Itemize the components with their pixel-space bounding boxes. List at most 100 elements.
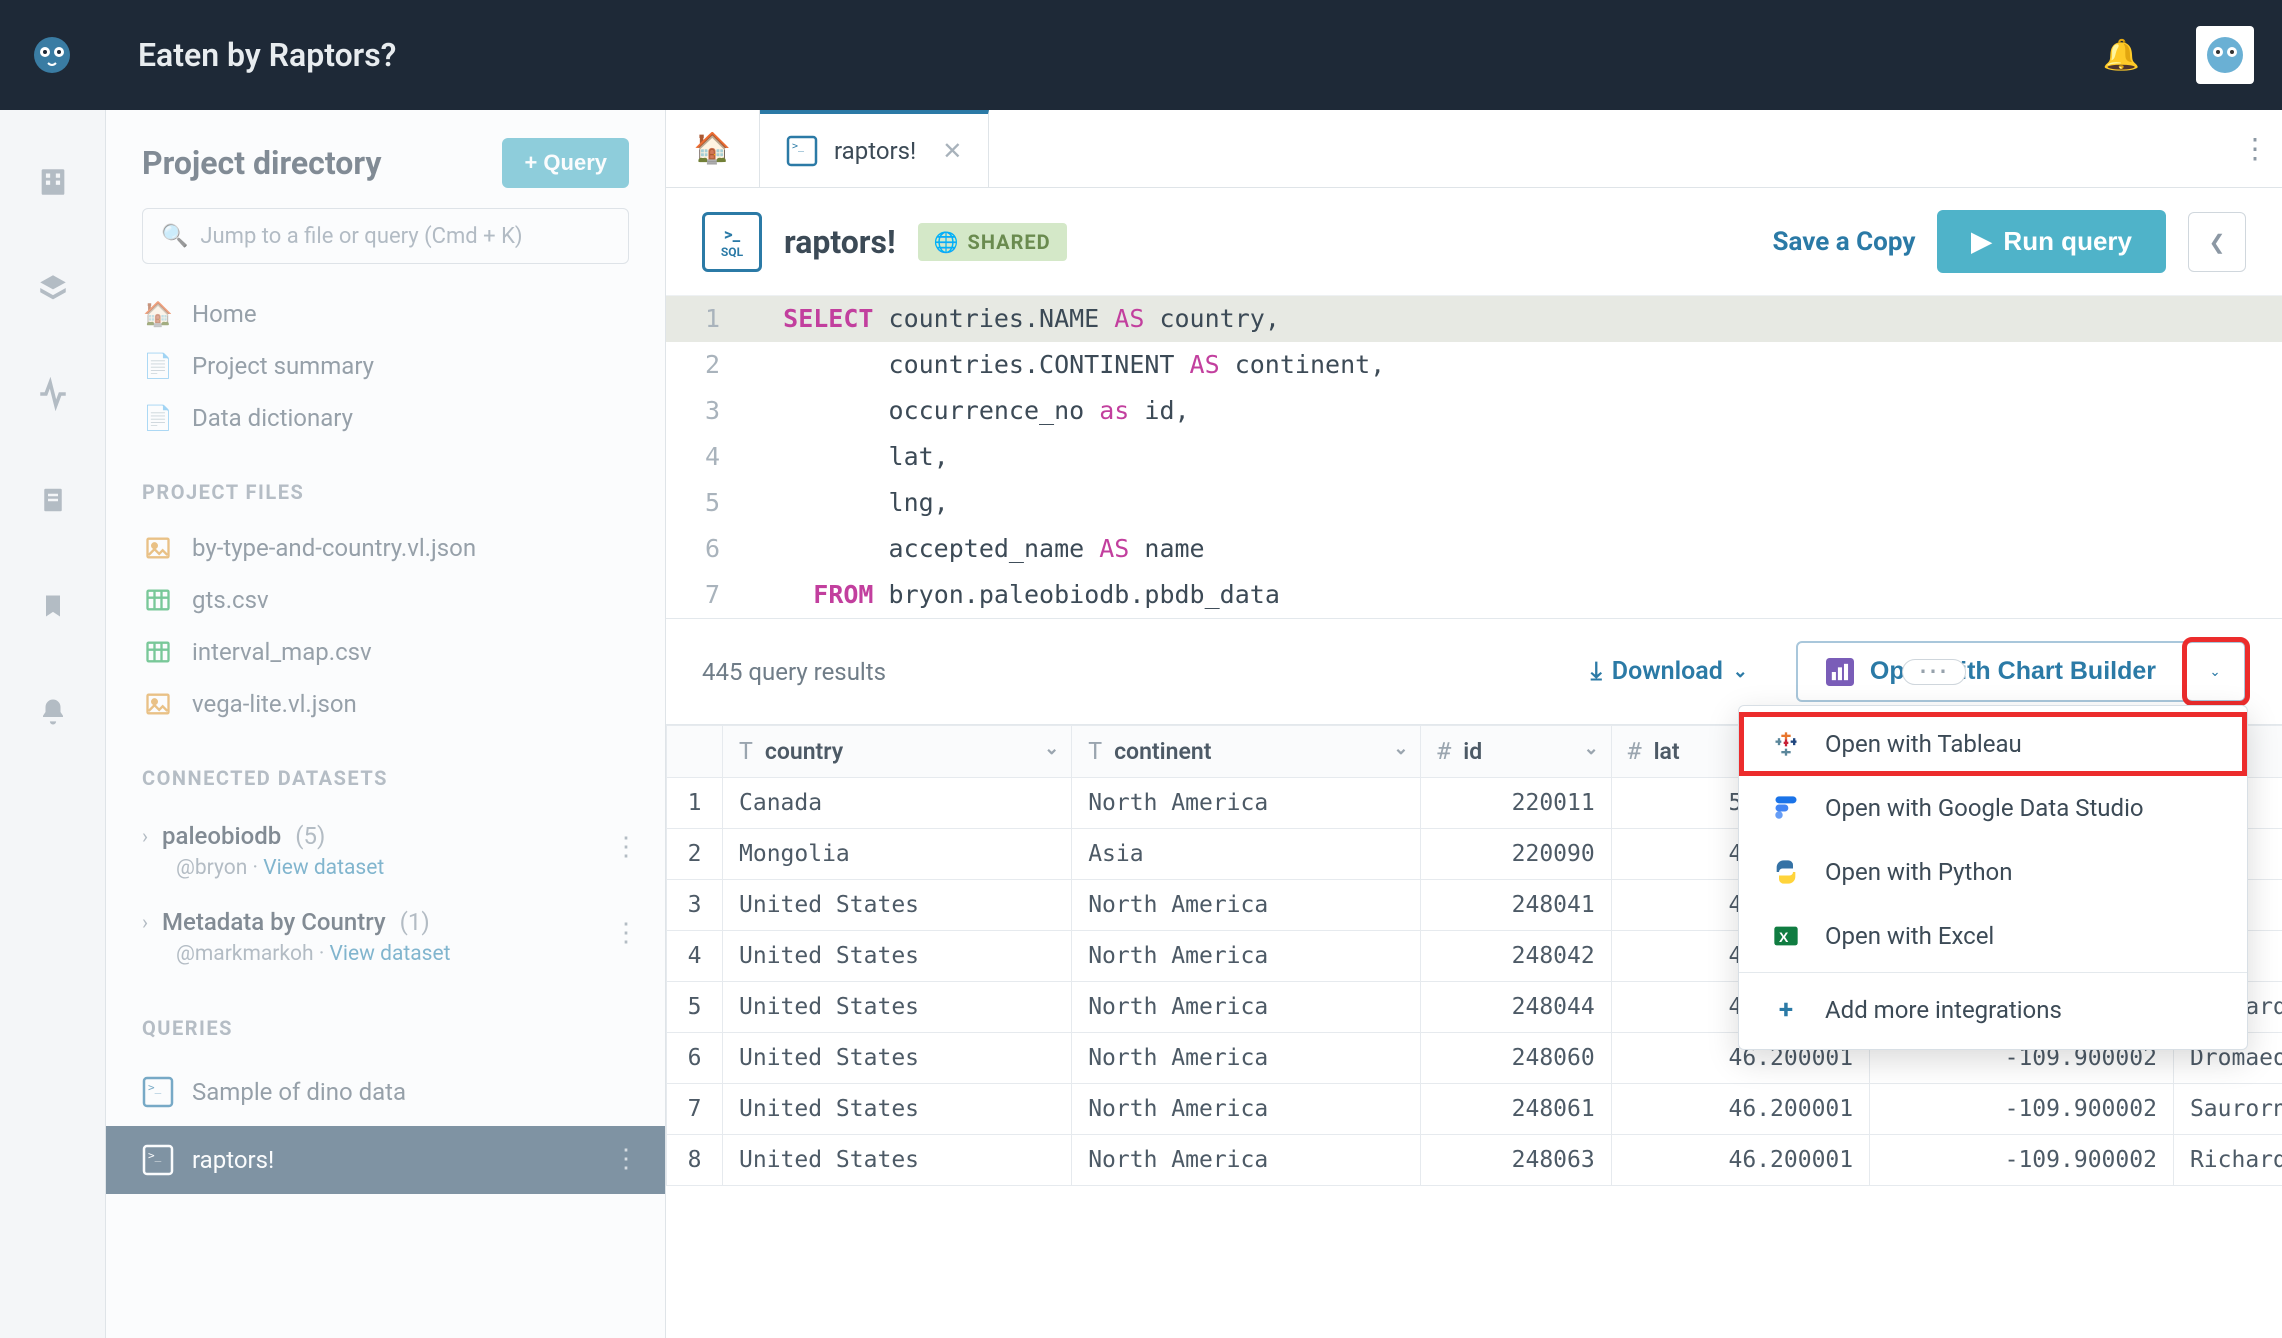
new-query-button[interactable]: + Query	[502, 138, 629, 188]
table-icon	[142, 586, 174, 614]
tableau-icon	[1767, 730, 1805, 758]
bookmark-icon[interactable]	[33, 586, 73, 626]
tab-active[interactable]: >_ raptors! ✕	[760, 110, 989, 187]
save-copy-button[interactable]: Save a Copy	[1773, 227, 1916, 257]
results-toolbar: ⋯ 445 query results ⤓ Download ⌄ Open wi…	[666, 618, 2282, 724]
cell-continent: North America	[1072, 880, 1421, 931]
dataset-count: (5)	[295, 822, 325, 850]
file-name: vega-lite.vl.json	[192, 690, 357, 718]
row-number: 1	[667, 778, 723, 829]
table-row[interactable]: 7United StatesNorth America24806146.2000…	[667, 1084, 2282, 1135]
chevron-down-icon[interactable]: ⌄	[1393, 738, 1408, 759]
cell-country: United States	[723, 880, 1072, 931]
svg-text:>_: >_	[792, 141, 805, 152]
avatar[interactable]	[2196, 26, 2254, 84]
column-header-country[interactable]: Tcountry⌄	[723, 726, 1072, 778]
dataset-item[interactable]: ›Metadata by Country (1)@markmarkoh · Vi…	[106, 894, 665, 980]
chevron-down-icon[interactable]: ⌄	[1584, 738, 1599, 759]
menu-item-add-integrations[interactable]: +Add more integrations	[1739, 977, 2247, 1043]
chevron-down-icon[interactable]: ⌄	[1044, 738, 1059, 759]
menu-item-tableau[interactable]: Open with Tableau	[1739, 712, 2247, 776]
plus-icon: +	[1767, 995, 1805, 1025]
search-input[interactable]: 🔍 Jump to a file or query (Cmd + K)	[142, 208, 629, 264]
sidebar-heading: Project directory + Query	[106, 128, 665, 208]
sidebar-item-summary[interactable]: 📄 Project summary	[106, 340, 665, 392]
menu-item-label: Open with Tableau	[1825, 730, 2022, 758]
dataset-name: Metadata by Country	[162, 908, 386, 936]
column-type-icon: #	[1628, 739, 1642, 765]
run-query-button[interactable]: ▶ Run query	[1937, 210, 2166, 273]
app-logo[interactable]	[30, 33, 74, 77]
more-icon[interactable]: ⋮	[613, 1144, 639, 1174]
tab-home[interactable]: 🏠	[666, 110, 760, 187]
svg-text:>_: >_	[148, 1081, 162, 1094]
globe-icon: 🌐	[934, 230, 960, 254]
cell-id: 248044	[1421, 982, 1611, 1033]
menu-item-gds[interactable]: Open with Google Data Studio	[1739, 776, 2247, 840]
section-project-files: PROJECT FILES	[106, 444, 665, 522]
column-header-continent[interactable]: Tcontinent⌄	[1072, 726, 1421, 778]
file-name: interval_map.csv	[192, 638, 372, 666]
org-icon[interactable]	[33, 162, 73, 202]
python-icon	[1767, 858, 1805, 886]
menu-item-excel[interactable]: XOpen with Excel	[1739, 904, 2247, 968]
shared-label: SHARED	[968, 230, 1051, 254]
more-icon[interactable]: ⋮	[613, 832, 639, 862]
cell-continent: North America	[1072, 1033, 1421, 1084]
file-item[interactable]: interval_map.csv	[106, 626, 665, 678]
chevron-down-icon: ⌄	[1733, 661, 1748, 682]
download-button[interactable]: ⤓ Download ⌄	[1591, 657, 1748, 686]
table-icon	[142, 638, 174, 666]
chart-builder-dropdown-button[interactable]: ⌄	[2186, 641, 2246, 702]
dataset-owner: @bryon	[176, 856, 247, 880]
rownum-header	[667, 726, 723, 778]
close-icon[interactable]: ✕	[942, 137, 962, 165]
notif-icon[interactable]	[33, 692, 73, 732]
bell-icon[interactable]: 🔔	[2103, 38, 2140, 73]
cell-id: 248060	[1421, 1033, 1611, 1084]
run-query-label: Run query	[2003, 226, 2132, 257]
table-row[interactable]: 8United StatesNorth America24806346.2000…	[667, 1135, 2282, 1186]
svg-text:>_: >_	[148, 1149, 162, 1162]
menu-item-python[interactable]: Open with Python	[1739, 840, 2247, 904]
cell-continent: North America	[1072, 931, 1421, 982]
cell-country: United States	[723, 1033, 1072, 1084]
row-number: 5	[667, 982, 723, 1033]
view-dataset-link[interactable]: View dataset	[263, 856, 384, 880]
chevron-down-icon: ⌄	[2209, 664, 2220, 680]
doc-icon[interactable]	[33, 480, 73, 520]
doc-icon: 📄	[142, 352, 174, 380]
cell-id: 248042	[1421, 931, 1611, 982]
shared-badge: 🌐 SHARED	[918, 223, 1067, 261]
cell-continent: Asia	[1072, 829, 1421, 880]
column-header-id[interactable]: #id⌄	[1421, 726, 1611, 778]
view-dataset-link[interactable]: View dataset	[330, 942, 451, 966]
file-item[interactable]: gts.csv	[106, 574, 665, 626]
cell-continent: North America	[1072, 1135, 1421, 1186]
home-icon: 🏠	[142, 300, 174, 328]
cell-id: 220090	[1421, 829, 1611, 880]
open-chart-builder-button[interactable]: Open with Chart Builder	[1796, 641, 2186, 702]
query-name: Sample of dino data	[192, 1078, 406, 1106]
file-item[interactable]: by-type-and-country.vl.json	[106, 522, 665, 574]
query-item[interactable]: >_raptors!⋮	[106, 1126, 665, 1194]
cell-continent: North America	[1072, 778, 1421, 829]
file-item[interactable]: vega-lite.vl.json	[106, 678, 665, 730]
activity-icon[interactable]	[33, 374, 73, 414]
code-editor[interactable]: 1 SELECT countries.NAME AS country,2 cou…	[666, 295, 2282, 618]
sidebar-item-home[interactable]: 🏠 Home	[106, 288, 665, 340]
query-item[interactable]: >_ Sample of dino data	[106, 1058, 665, 1126]
dataset-count: (1)	[400, 908, 430, 936]
more-icon[interactable]: ⋮	[613, 918, 639, 948]
topbar: Eaten by Raptors? 🔔	[0, 0, 2282, 110]
search-icon: 🔍	[161, 224, 188, 249]
sidebar-item-dictionary[interactable]: 📄 Data dictionary	[106, 392, 665, 444]
section-connected-datasets: CONNECTED DATASETS	[106, 730, 665, 808]
layers-icon[interactable]	[33, 268, 73, 308]
collapse-panel-button[interactable]: ❮	[2188, 212, 2246, 272]
tabs-more-icon[interactable]: ⋮	[2228, 110, 2282, 187]
dataset-item[interactable]: ›paleobiodb (5)@bryon · View dataset⋮	[106, 808, 665, 894]
cell-country: United States	[723, 931, 1072, 982]
resize-handle[interactable]: ⋯	[1902, 659, 1966, 685]
sql-icon: >_ SQL	[702, 212, 762, 272]
